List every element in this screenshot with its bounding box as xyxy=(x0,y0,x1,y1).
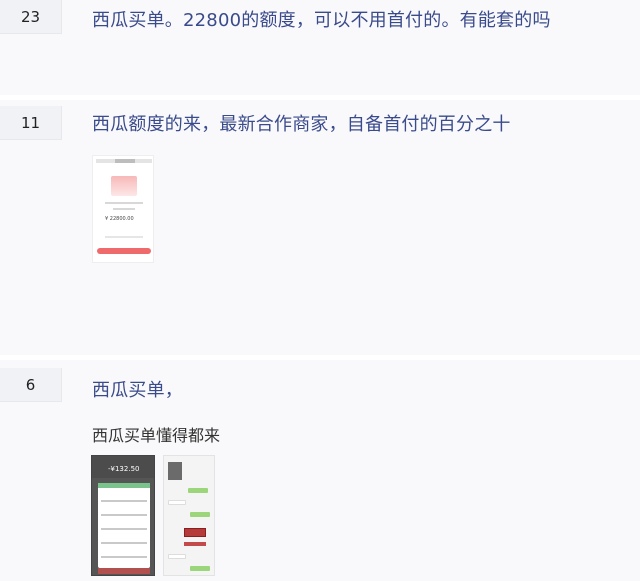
thumbnail-chat-image xyxy=(168,462,182,480)
thumbnail-chat-bubble xyxy=(190,566,210,571)
thumbnail-detail-row xyxy=(101,500,147,502)
thumbnail-chat-bubble xyxy=(190,512,210,517)
reply-count-badge: 23 xyxy=(0,0,62,34)
post-image-thumbnail[interactable]: -¥132.50 xyxy=(91,455,155,576)
post-image-thumbnail[interactable] xyxy=(163,455,215,576)
thumbnail-chat-bubble xyxy=(168,500,186,505)
thumbnail-chat-bubble xyxy=(188,488,208,493)
thumbnail-banner-image xyxy=(111,176,137,196)
thumbnail-detail-row xyxy=(101,528,147,530)
thumbnail-status-strip xyxy=(98,483,150,488)
thumbnail-highlight-box xyxy=(184,542,206,546)
thumbnail-text-line xyxy=(113,208,135,210)
thumbnail-highlight-box xyxy=(184,528,206,537)
thumbnail-text-line xyxy=(105,236,143,238)
reply-count-badge: 6 xyxy=(0,368,62,402)
thumbnail-detail-row xyxy=(101,542,147,544)
thumbnail-detail-row xyxy=(101,556,147,558)
post-image-thumbnail[interactable]: ¥ 22800.00 xyxy=(92,155,154,263)
thumbnail-footer-bar xyxy=(98,568,150,574)
thumbnail-url-bar xyxy=(115,159,135,163)
post-title-link[interactable]: 西瓜额度的来，最新合作商家，自备首付的百分之十 xyxy=(92,110,511,136)
post-title-link[interactable]: 西瓜买单。22800的额度，可以不用首付的。有能套的吗 xyxy=(92,6,551,32)
post-title-link[interactable]: 西瓜买单， xyxy=(92,376,183,402)
reply-count-badge: 11 xyxy=(0,106,62,140)
thumbnail-detail-row xyxy=(101,514,147,516)
post-body-text: 西瓜买单懂得都来 xyxy=(92,426,221,445)
thumbnail-chat-bubble xyxy=(168,554,186,559)
thumbnail-amount: ¥ 22800.00 xyxy=(105,216,134,222)
thumbnail-amount: -¥132.50 xyxy=(108,465,140,473)
post-item[interactable]: 23 西瓜买单。22800的额度，可以不用首付的。有能套的吗 xyxy=(0,0,640,95)
thumbnail-action-button xyxy=(97,248,151,254)
thumbnail-text-line xyxy=(105,202,143,204)
post-item[interactable]: 11 西瓜额度的来，最新合作商家，自备首付的百分之十 ¥ 22800.00 xyxy=(0,100,640,355)
post-item[interactable]: 6 西瓜买单， 西瓜买单懂得都来 -¥132.50 xyxy=(0,360,640,581)
